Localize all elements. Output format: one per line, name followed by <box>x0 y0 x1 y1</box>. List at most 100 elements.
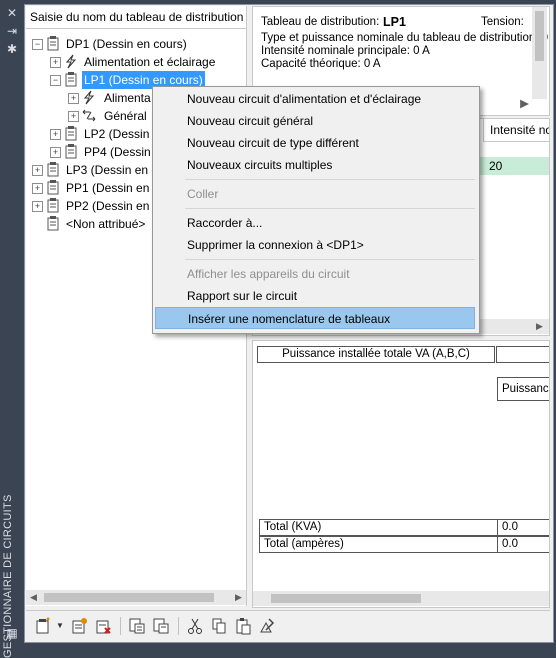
panel-icon <box>47 162 59 177</box>
tree-horizontal-scrollbar[interactable]: ◀ ▶ <box>26 590 246 605</box>
menu-item-show-circuit-devices: Afficher les appareils du circuit <box>155 263 475 285</box>
collapse-icon[interactable]: − <box>50 75 61 86</box>
info-line-rating: Type et puissance nominale du tableau de… <box>261 32 550 44</box>
autohide-icon[interactable]: ⇥ <box>4 24 20 38</box>
menu-item-new-other-type-circuit[interactable]: Nouveau circuit de type différent <box>155 132 475 154</box>
power-header: Puissance <box>497 377 549 401</box>
panel-icon <box>65 126 77 141</box>
expand-icon[interactable]: + <box>32 183 43 194</box>
tree-node-label: PP4 (Dessin e <box>84 145 161 159</box>
delete-circuit-icon[interactable] <box>94 617 112 635</box>
bottom-toolbar: ▼ <box>26 610 550 641</box>
tree-node-label: DP1 (Dessin en cours) <box>66 37 187 51</box>
tree-header-label: Saisie du nom du tableau de distribution <box>30 10 244 24</box>
context-menu: Nouveau circuit d'alimentation et d'écla… <box>152 86 480 334</box>
scroll-right-icon[interactable]: ▶ <box>517 97 532 112</box>
menu-item-paste: Coller <box>155 183 475 205</box>
tree-node-label: PP1 (Dessin en c <box>66 181 159 195</box>
collapse-icon[interactable]: − <box>32 39 43 50</box>
expand-icon[interactable]: + <box>50 147 61 158</box>
toolbar-separator <box>178 617 179 635</box>
properties-icon[interactable] <box>258 617 276 635</box>
expand-icon[interactable]: + <box>32 165 43 176</box>
tree-node-label: LP2 (Dessin e <box>84 127 160 141</box>
expand-icon[interactable]: + <box>50 57 61 68</box>
scrollbar-thumb[interactable] <box>271 594 421 603</box>
menu-item-label: Nouveaux circuits multiples <box>187 158 333 172</box>
menu-item-new-power-lighting-circuit[interactable]: Nouveau circuit d'alimentation et d'écla… <box>155 88 475 110</box>
schedule-icon[interactable] <box>128 617 146 635</box>
panel-schedule-preview: Puissance installée totale VA (A,B,C) Pu… <box>252 340 550 608</box>
menu-item-label: Rapport sur le circuit <box>187 289 298 303</box>
tree-node-dp1[interactable]: − DP1 (Dessin en cours) <box>30 35 230 53</box>
scroll-right-icon[interactable]: ▶ <box>231 590 246 605</box>
menu-separator <box>185 208 475 209</box>
tree-node-power-lighting[interactable]: + Alimentation et éclairage <box>48 53 248 71</box>
expand-icon[interactable]: + <box>32 201 43 212</box>
tree-node-label: <Non attribué> <box>66 217 146 231</box>
scroll-right-icon[interactable]: ▶ <box>532 319 547 334</box>
menu-item-label: Afficher les appareils du circuit <box>187 267 350 281</box>
panel-icon <box>47 216 59 231</box>
menu-item-insert-panel-schedule[interactable]: Insérer une nomenclature de tableaux <box>155 307 475 329</box>
menu-separator <box>185 259 475 260</box>
tree-node-label: PP2 (Dessin en c <box>66 199 159 213</box>
menu-item-connect-to[interactable]: Raccorder à... <box>155 212 475 234</box>
tension-label: Tension: <box>481 16 524 28</box>
panel-icon <box>47 180 59 195</box>
total-amperes-value: 0.0 <box>497 536 549 553</box>
expand-icon[interactable]: + <box>68 93 79 104</box>
grid-column-header-label: Intensité no <box>490 123 550 137</box>
table-horizontal-scrollbar[interactable] <box>253 591 549 606</box>
menu-item-label: Insérer une nomenclature de tableaux <box>188 312 391 326</box>
panel-icon <box>65 72 77 87</box>
new-circuit-icon[interactable] <box>70 617 88 635</box>
scrollbar-thumb[interactable] <box>535 11 544 61</box>
grid-cell-current: 20 <box>489 159 503 173</box>
menu-item-disconnect[interactable]: Supprimer la connexion à <DP1> <box>155 234 475 256</box>
chevron-down-icon[interactable]: ▼ <box>56 621 64 630</box>
new-panel-icon[interactable] <box>34 617 52 635</box>
report-icon[interactable] <box>152 617 170 635</box>
menu-item-label: Coller <box>187 187 219 201</box>
scrollbar-thumb[interactable] <box>44 593 214 602</box>
copy-icon[interactable] <box>210 617 228 635</box>
menu-item-new-general-circuit[interactable]: Nouveau circuit général <box>155 110 475 132</box>
close-icon[interactable]: ✕ <box>4 6 20 20</box>
table-header-extra <box>496 346 549 363</box>
menu-item-label: Raccorder à... <box>187 216 263 230</box>
properties-gear-icon[interactable]: ✱ <box>4 42 20 56</box>
total-amperes-label: Total (ampères) <box>259 536 499 553</box>
tree-header: Saisie du nom du tableau de distribution <box>26 6 246 29</box>
expand-icon[interactable]: + <box>68 111 79 122</box>
paste-icon[interactable] <box>234 617 252 635</box>
tree-node-label: Général <box>104 109 147 123</box>
expand-icon[interactable]: + <box>50 129 61 140</box>
toolbar-separator <box>120 617 121 635</box>
grid-column-header[interactable]: Intensité no <box>483 119 550 142</box>
panel-icon <box>47 36 59 51</box>
cut-icon[interactable] <box>186 617 204 635</box>
info-line-main-current: Intensité nominale principale: 0 A <box>261 45 430 57</box>
panel-name: LP1 <box>383 15 406 29</box>
general-circuit-icon <box>82 109 96 122</box>
panel-icon <box>47 198 59 213</box>
menu-item-circuit-report[interactable]: Rapport sur le circuit <box>155 285 475 307</box>
total-kva-label: Total (KVA) <box>259 519 499 536</box>
menu-item-new-multiple-circuits[interactable]: Nouveaux circuits multiples <box>155 154 475 176</box>
info-vertical-scrollbar[interactable] <box>532 7 547 99</box>
scroll-left-icon[interactable]: ◀ <box>26 590 41 605</box>
lightning-icon <box>83 90 95 105</box>
total-kva-value: 0.0 <box>497 519 549 536</box>
lightning-icon <box>65 54 77 69</box>
panel-icon <box>65 144 77 159</box>
palette-strip: ✕ ⇥ ✱ GESTIONNAIRE DE CIRCUITS ▦ <box>0 0 24 658</box>
menu-item-label: Nouveau circuit d'alimentation et d'écla… <box>187 92 422 106</box>
tree-node-label: LP3 (Dessin en c <box>66 163 158 177</box>
menu-item-label: Nouveau circuit général <box>187 114 314 128</box>
total-installed-va-header: Puissance installée totale VA (A,B,C) <box>257 346 495 363</box>
menu-separator <box>185 179 475 180</box>
palette-icon: ▦ <box>6 626 18 640</box>
menu-item-label: Nouveau circuit de type différent <box>187 136 359 150</box>
menu-item-label: Supprimer la connexion à <DP1> <box>187 238 364 252</box>
